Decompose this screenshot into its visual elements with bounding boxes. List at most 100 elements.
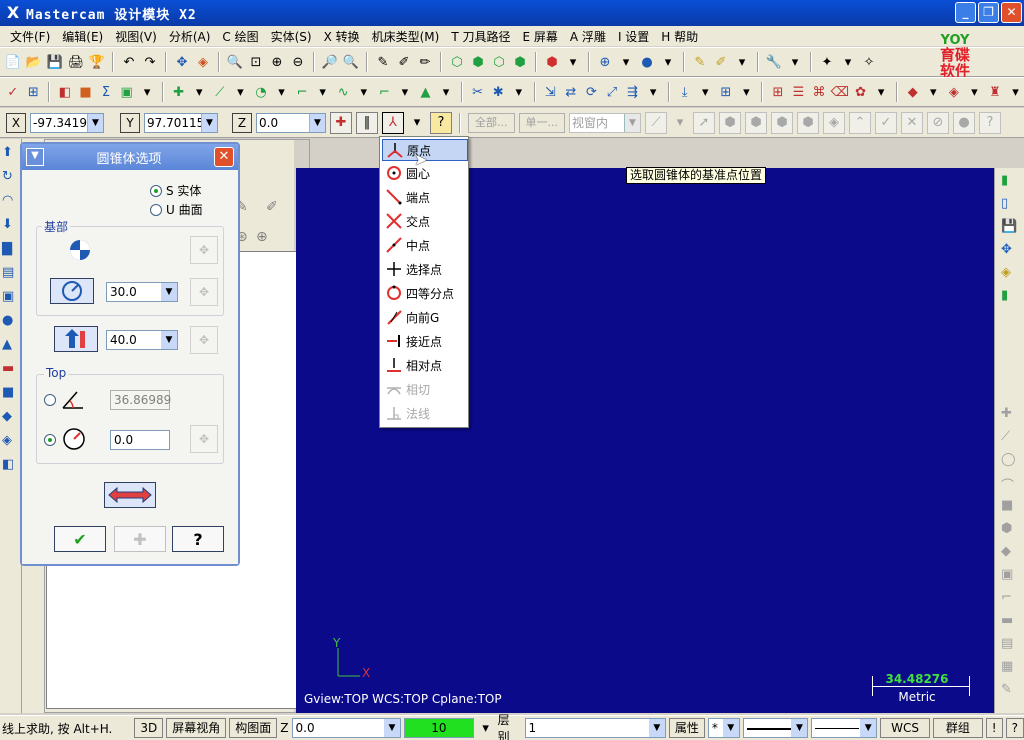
zoom-fit-icon[interactable]: 🔍 xyxy=(226,53,244,71)
open-file-icon[interactable]: 📂 xyxy=(25,53,43,71)
z-depth-combo[interactable]: 0.0 ▼ xyxy=(291,718,402,738)
chevron-down-icon[interactable]: ▼ xyxy=(161,283,177,301)
chevron-down-icon[interactable]: ▼ xyxy=(384,719,401,737)
surface-radio-dot[interactable] xyxy=(150,203,162,216)
dropdown-arrow-icon[interactable]: ▾ xyxy=(191,83,209,101)
snap-approach-item[interactable]: 接近点 xyxy=(382,330,468,352)
refresh-icon[interactable]: ↻ xyxy=(2,169,20,187)
shape-icon[interactable]: ◆ xyxy=(1001,544,1019,562)
green-bottle-icon[interactable]: ▮ xyxy=(1001,173,1019,191)
end-selection-icon[interactable]: ● xyxy=(953,111,975,134)
help-icon[interactable]: ? xyxy=(430,111,452,134)
selection-mode-combo[interactable]: 视窗内 ▼ xyxy=(569,112,641,133)
disk-icon[interactable]: 💾 xyxy=(1001,219,1019,237)
chevron-down-icon[interactable]: ▼ xyxy=(648,719,665,737)
line-style-combo[interactable]: ▼ xyxy=(742,718,809,738)
down-arrow-icon[interactable]: ⬇ xyxy=(2,217,20,235)
solid-radio[interactable]: S 实体 xyxy=(150,182,201,199)
menu-settings[interactable]: I 设置 xyxy=(612,28,655,45)
tool-icon[interactable]: 🔧 xyxy=(765,53,783,71)
rectangle-icon[interactable]: ⌐ xyxy=(376,83,394,101)
snap-tangent-item[interactable]: 相切 xyxy=(382,378,468,400)
cursor-lock-icon[interactable]: ‖ xyxy=(356,111,378,134)
break-icon[interactable]: ✱ xyxy=(489,83,507,101)
height-button[interactable] xyxy=(54,326,98,352)
move-icon[interactable]: ✥ xyxy=(1001,242,1019,260)
block-icon[interactable]: ■ xyxy=(77,83,95,101)
chevron-down-icon[interactable]: ▼ xyxy=(860,719,877,737)
z-coordinate-combo[interactable]: 0.0 ▼ xyxy=(256,112,326,133)
top-angle-radio-dot[interactable] xyxy=(44,394,56,406)
y-axis-button[interactable]: Y xyxy=(120,112,140,133)
base-radius-combo[interactable]: 30.0 ▼ xyxy=(106,282,178,302)
attributes-button[interactable]: 属性 xyxy=(668,718,705,738)
unzoom-icon[interactable]: 🔍 xyxy=(342,53,360,71)
scale-icon[interactable]: ⤢ xyxy=(603,83,621,101)
top-radius-field[interactable]: 0.0 xyxy=(110,430,170,450)
dropdown-arrow-icon[interactable]: ▾ xyxy=(839,53,857,71)
top-radius-move-icon[interactable]: ✥ xyxy=(190,425,218,453)
cancel-selection-icon[interactable]: ⊘ xyxy=(927,111,949,134)
view-top-icon[interactable]: ⬢ xyxy=(469,53,487,71)
menu-help[interactable]: H 帮助 xyxy=(655,28,704,45)
dropdown-arrow-icon[interactable]: ▾ xyxy=(273,83,291,101)
cube-select-icon[interactable]: ◈ xyxy=(823,111,845,134)
offset-icon[interactable]: ⇶ xyxy=(624,83,642,101)
hidden-line-icon[interactable]: ✏ xyxy=(416,53,434,71)
grid-icon[interactable]: ⊞ xyxy=(25,83,43,101)
pencil-icon[interactable]: ✎ xyxy=(691,53,709,71)
repaint-icon[interactable]: ◈ xyxy=(194,53,212,71)
snap-midpoint-item[interactable]: 中点 xyxy=(382,234,468,256)
back-face-icon[interactable]: ⌃ xyxy=(849,111,871,134)
layers-icon[interactable]: ▤ xyxy=(2,265,20,283)
body-select-icon[interactable]: ⬢ xyxy=(797,111,819,134)
chevron-down-icon[interactable]: ▼ xyxy=(722,719,739,737)
cone-icon[interactable]: ▲ xyxy=(417,83,435,101)
step-icon[interactable]: ⌐ xyxy=(1001,590,1019,608)
apply-button[interactable]: ✚ xyxy=(114,526,166,552)
curve-tool-icon[interactable]: ⌒ xyxy=(1001,475,1019,494)
chevron-down-icon[interactable]: ▼ xyxy=(791,719,808,737)
x-axis-button[interactable]: X xyxy=(6,112,26,133)
dropdown-arrow-icon[interactable]: ▾ xyxy=(355,83,373,101)
panel-merge-icon[interactable]: ⊕ xyxy=(256,229,268,245)
snap-endpoint-item[interactable]: 端点 xyxy=(382,186,468,208)
top-angle-radio[interactable] xyxy=(44,394,56,406)
solid-cube-icon[interactable]: ⬢ xyxy=(543,53,561,71)
base-point-icon[interactable] xyxy=(66,236,94,264)
view-side-icon[interactable]: ⬢ xyxy=(511,53,529,71)
square-tool-icon[interactable]: ◧ xyxy=(2,457,20,475)
slash-tool-icon[interactable]: ⟋ xyxy=(1001,429,1019,447)
snap-quadrant-item[interactable]: 四等分点 xyxy=(382,282,468,304)
top-radius-radio-dot[interactable] xyxy=(44,434,56,446)
dropdown-arrow-icon[interactable]: ▾ xyxy=(396,83,414,101)
height-move-icon[interactable]: ✥ xyxy=(190,326,218,354)
layer-combo[interactable]: 1 ▼ xyxy=(524,718,666,738)
ok-button[interactable]: ✔ xyxy=(54,526,106,552)
zoom-out-icon[interactable]: ⊖ xyxy=(289,53,307,71)
top-radius-radio[interactable] xyxy=(44,434,56,446)
top-angle-field[interactable]: 36.86989 xyxy=(110,390,171,410)
zoom-in-icon[interactable]: ⊕ xyxy=(268,53,286,71)
chevron-down-icon[interactable]: ▼ xyxy=(201,113,217,132)
collapse-icon[interactable]: ▼ xyxy=(26,148,44,166)
panel-icon[interactable]: ▬ xyxy=(1001,613,1019,631)
table-icon[interactable]: ⊞ xyxy=(769,83,787,101)
view-iso-icon[interactable]: ⬡ xyxy=(448,53,466,71)
undo-icon[interactable]: ↶ xyxy=(120,53,138,71)
fast-point-icon[interactable]: ✚ xyxy=(330,111,352,134)
color-selector[interactable]: 10 xyxy=(404,718,474,738)
arc-icon[interactable]: ◔ xyxy=(252,83,270,101)
face-select-icon[interactable]: ⬢ xyxy=(745,111,767,134)
zoom-window-icon[interactable]: ⊡ xyxy=(247,53,265,71)
trim-icon[interactable]: ✂ xyxy=(469,83,487,101)
base-radius-move-icon[interactable]: ✥ xyxy=(190,278,218,306)
line-width-combo[interactable]: ▼ xyxy=(811,718,878,738)
chain-icon[interactable]: ⟋ xyxy=(645,111,667,134)
drill-icon[interactable]: ⤓ xyxy=(676,83,694,101)
dropdown-arrow-icon[interactable]: ▾ xyxy=(138,83,156,101)
exclaim-button[interactable]: ! xyxy=(985,718,1003,738)
box-tool-icon[interactable]: ■ xyxy=(2,385,20,403)
layer-icon[interactable]: ◆ xyxy=(904,83,922,101)
menu-edit[interactable]: 编辑(E) xyxy=(56,28,109,45)
